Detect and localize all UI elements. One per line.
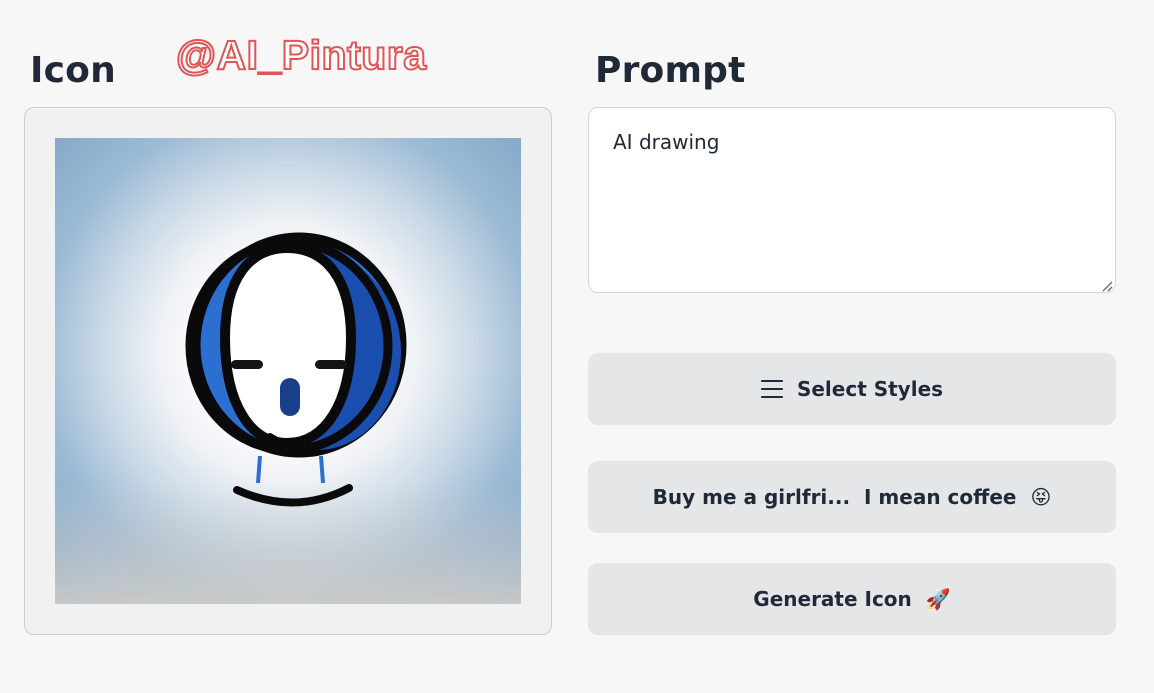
rocket-emoji-icon: 🚀 [925,587,951,611]
generate-icon-button[interactable]: Generate Icon 🚀 [588,563,1116,635]
tongue-face-emoji-icon: 😝 [1030,485,1052,509]
select-styles-button[interactable]: Select Styles [588,353,1116,425]
prompt-input[interactable]: AI drawing [588,107,1116,293]
face-illustration [185,232,407,507]
icon-heading: Icon [30,50,116,91]
prompt-heading: Prompt [595,50,746,91]
buy-coffee-button[interactable]: Buy me a girlfri... I mean coffee 😝 [588,461,1116,533]
select-styles-label: Select Styles [796,377,944,401]
app-page: Icon @AI_Pintura Prompt AI drawing Selec… [0,0,1154,693]
buy-coffee-label: Buy me a girlfri... I mean coffee [652,485,1017,509]
watermark: @AI_Pintura [175,31,427,79]
menu-icon [760,380,783,398]
icon-preview-card [24,107,552,635]
generated-icon-image [55,138,521,604]
resize-handle-icon[interactable] [1100,279,1113,292]
generate-icon-label: Generate Icon [753,587,912,611]
